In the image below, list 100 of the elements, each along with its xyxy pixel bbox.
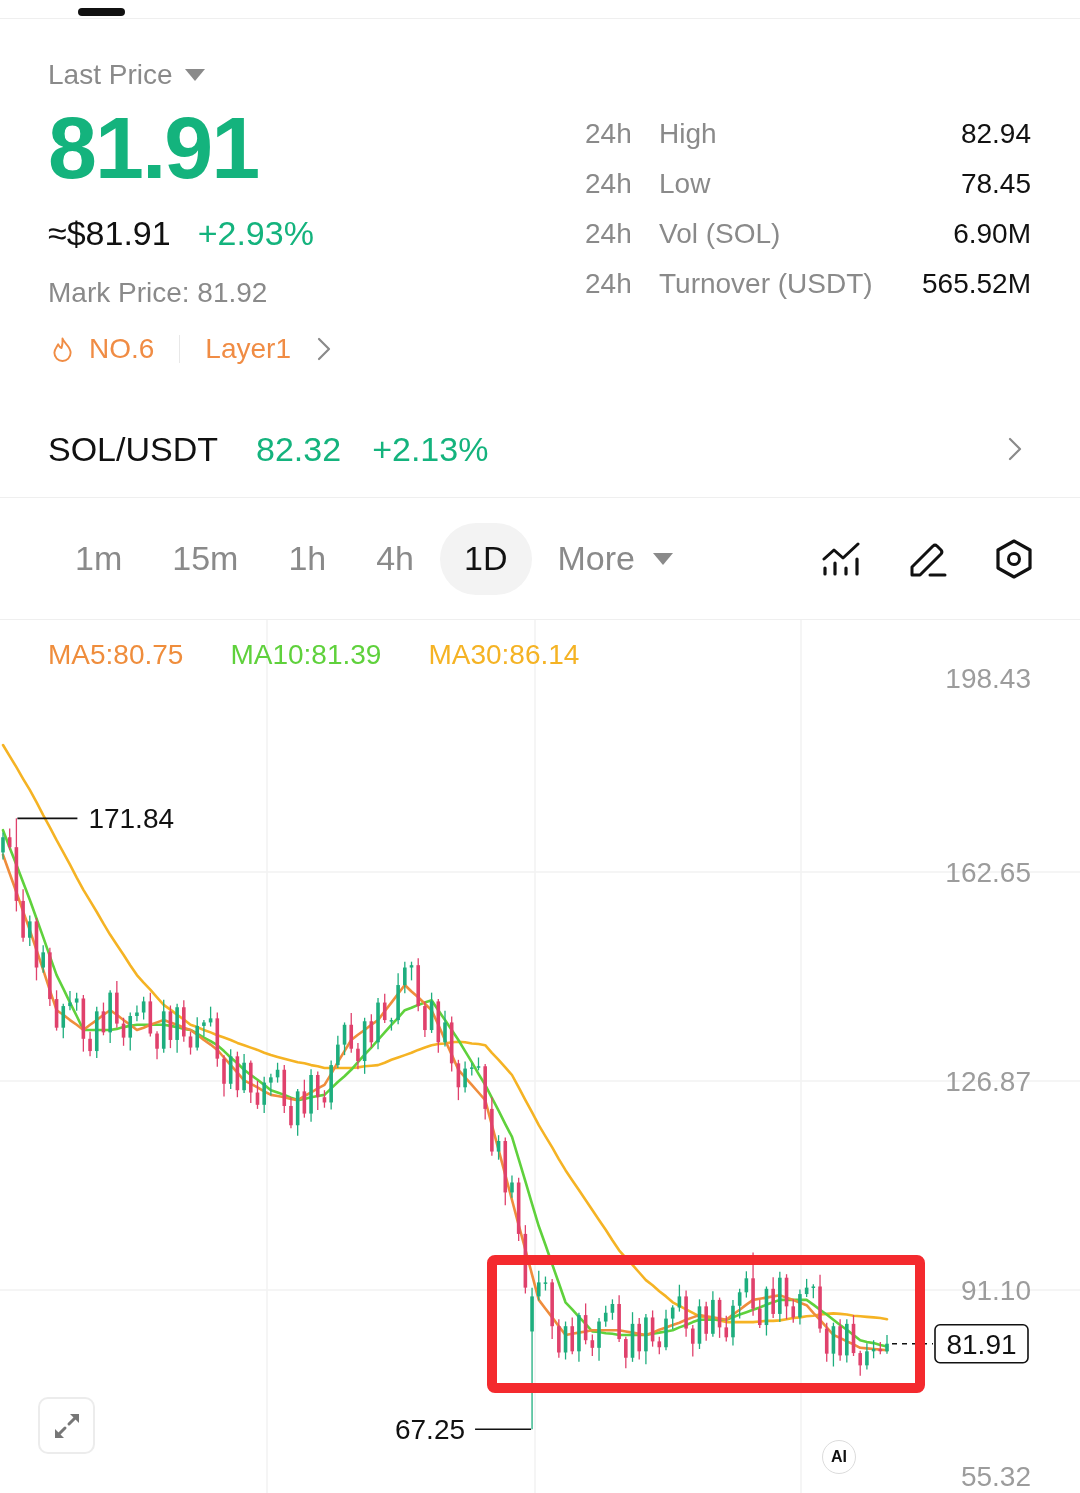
expand-button[interactable] — [38, 1397, 95, 1454]
price-axis-label: 91.10 — [960, 1275, 1031, 1306]
bearish-candle — [423, 1000, 427, 1038]
bearish-candle — [717, 1296, 722, 1339]
series-legend: MA30:86.14 — [428, 638, 580, 672]
line-chart-icon[interactable] — [822, 541, 860, 576]
bullish-candle — [1, 831, 5, 861]
bullish-candle — [128, 1011, 133, 1052]
price-line — [891, 1342, 934, 1345]
bearish-candle — [21, 888, 25, 943]
series-legend: MA5:80.75 — [48, 638, 184, 672]
bullish-candle — [329, 1059, 333, 1111]
bullish-candle — [94, 1006, 99, 1059]
bearish-candle — [322, 1089, 327, 1109]
bearish-candle — [148, 992, 153, 1038]
bullish-candle — [429, 992, 434, 1034]
stat-value: 6.90M — [953, 218, 1031, 250]
price-axis-label: 198.43 — [945, 663, 1031, 694]
bullish-candle — [731, 1299, 735, 1347]
bearish-candle — [222, 1054, 226, 1098]
stat-label: Vol (SOL) — [659, 218, 782, 250]
bearish-candle — [557, 1318, 561, 1359]
bearish-candle — [523, 1224, 528, 1295]
bearish-candle — [858, 1350, 862, 1377]
bullish-candle — [577, 1312, 581, 1363]
current-price-tag: 81.91 — [934, 1323, 1029, 1364]
price-axis-label: 162.65 — [945, 857, 1031, 888]
interval-tab[interactable]: 1D — [440, 522, 532, 595]
bearish-candle — [570, 1316, 575, 1355]
interval-tab[interactable]: 15m — [148, 522, 263, 595]
bullish-candle — [744, 1270, 749, 1299]
bullish-candle — [208, 1006, 213, 1028]
bearish-candle — [624, 1336, 628, 1369]
bullish-candle — [141, 996, 146, 1021]
interval-tab[interactable]: 1h — [264, 522, 351, 595]
low-price-label: 67.25 — [395, 1414, 466, 1446]
bearish-candle — [503, 1136, 508, 1206]
bearish-candle — [302, 1079, 307, 1119]
bullish-candle — [597, 1317, 601, 1362]
interval-tab[interactable]: 4h — [352, 522, 439, 595]
bearish-candle — [369, 1013, 374, 1049]
bullish-candle — [175, 1003, 179, 1054]
bullish-candle — [28, 914, 32, 947]
bullish-candle — [135, 1004, 139, 1022]
bullish-candle — [563, 1320, 568, 1361]
tab-indicator — [78, 8, 125, 16]
pair-symbol: SOL/USDT — [48, 428, 219, 469]
bullish-candle — [68, 990, 72, 1011]
bullish-candle — [811, 1283, 816, 1299]
more-dropdown[interactable]: More — [533, 522, 697, 595]
bullish-candle — [376, 997, 380, 1050]
bearish-candle — [356, 1042, 360, 1070]
bearish-candle — [436, 998, 441, 1054]
bullish-candle — [108, 989, 112, 1044]
bearish-candle — [289, 1096, 293, 1129]
bullish-candle — [664, 1309, 668, 1351]
caret-icon — [652, 552, 673, 565]
last-price: 81.91 — [48, 104, 259, 192]
bearish-candle — [349, 1012, 354, 1054]
chevron-icon[interactable] — [1008, 436, 1022, 461]
leader-line — [16, 817, 79, 820]
bullish-candle — [603, 1305, 608, 1328]
stat-period: 24h — [585, 218, 633, 250]
stat-label: High — [659, 118, 718, 150]
bullish-candle — [871, 1339, 876, 1359]
bullish-candle — [764, 1285, 769, 1337]
bearish-candle — [255, 1080, 260, 1110]
bullish-candle — [610, 1298, 615, 1321]
pair-change: +2.13% — [372, 428, 489, 469]
bearish-candle — [516, 1177, 521, 1242]
category-link[interactable]: Layer1 — [205, 332, 331, 366]
bearish-candle — [168, 1004, 173, 1049]
bearish-candle — [878, 1341, 883, 1355]
bullish-candle — [697, 1298, 702, 1350]
bearish-candle — [851, 1314, 856, 1357]
stat-value: 82.94 — [960, 118, 1031, 150]
bullish-candle — [269, 1073, 273, 1097]
bearish-candle — [791, 1298, 796, 1324]
bullish-candle — [389, 1017, 394, 1032]
interval-tab[interactable]: 1m — [51, 522, 147, 595]
bearish-candle — [81, 994, 86, 1053]
bearish-candle — [483, 1063, 487, 1121]
bearish-candle — [456, 1059, 461, 1101]
bearish-candle — [691, 1324, 695, 1358]
leader-line — [474, 1428, 532, 1431]
bullish-candle — [737, 1288, 742, 1320]
bearish-candle — [824, 1322, 829, 1363]
ai-button[interactable]: AI — [822, 1440, 856, 1474]
bullish-candle — [677, 1284, 682, 1313]
stat-period: 24h — [585, 168, 633, 200]
settings-icon[interactable] — [996, 538, 1032, 579]
series-legend: MA10:81.39 — [230, 638, 382, 672]
bullish-candle — [845, 1318, 849, 1364]
bullish-candle — [798, 1288, 802, 1326]
stat-period: 24h — [585, 118, 633, 150]
bearish-candle — [54, 989, 59, 1032]
price-type-dropdown[interactable]: Last Price — [48, 58, 205, 92]
high-price-label: 171.84 — [88, 803, 175, 835]
bearish-candle — [416, 957, 420, 1012]
bullish-candle — [336, 1035, 340, 1069]
